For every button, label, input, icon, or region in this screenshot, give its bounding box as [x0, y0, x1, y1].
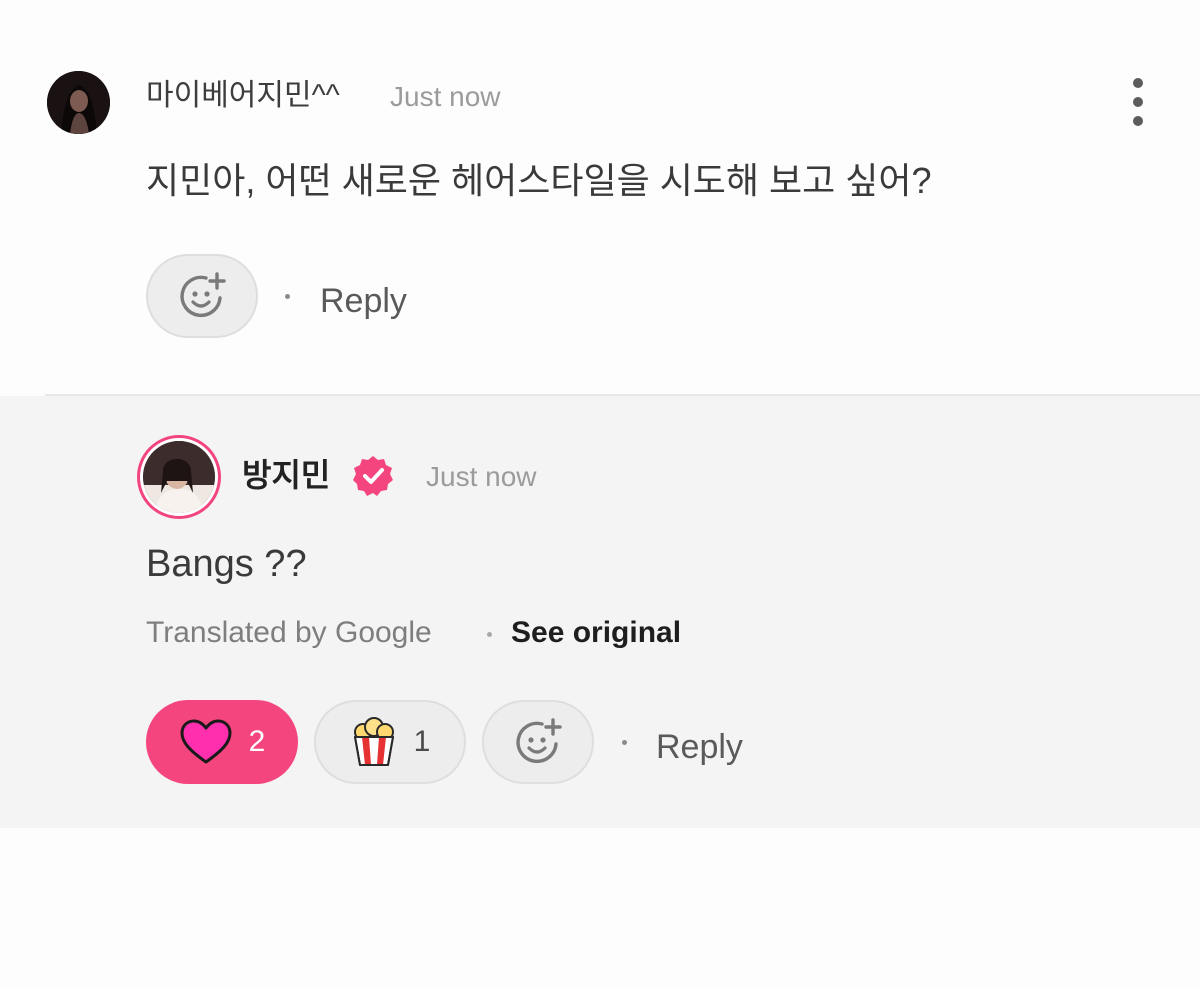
verified-badge-icon	[351, 454, 395, 498]
separator-dot	[285, 294, 290, 299]
comment-timestamp: Just now	[390, 81, 501, 112]
add-reaction-smiley-icon	[180, 272, 226, 318]
more-dot	[1133, 97, 1143, 107]
artist-avatar-image	[143, 441, 215, 513]
more-dot	[1133, 116, 1143, 126]
more-dot	[1133, 78, 1143, 88]
reply-button[interactable]: Reply	[320, 281, 407, 321]
comment-body: 지민아, 어떤 새로운 헤어스타일을 시도해 보고 싶어?	[146, 160, 932, 201]
reply-timestamp: Just now	[426, 461, 537, 492]
add-reaction-button[interactable]	[146, 254, 258, 338]
popcorn-icon	[353, 717, 394, 766]
vertical-dots-icon[interactable]	[1120, 78, 1156, 126]
commenter-avatar-image	[47, 71, 110, 134]
comment-author[interactable]: 마이베어지민^^	[146, 76, 340, 116]
popcorn-reaction-count: 1	[413, 725, 431, 758]
popcorn-reaction-button[interactable]: 1	[314, 700, 466, 784]
add-reaction-button[interactable]	[482, 700, 594, 784]
reply-body: Bangs ??	[146, 543, 307, 585]
see-original-link[interactable]: See original	[511, 613, 681, 653]
heart-reaction-button[interactable]: 2	[146, 700, 298, 784]
artist-avatar[interactable]	[137, 435, 221, 519]
separator-dot	[487, 632, 492, 637]
heart-reaction-count: 2	[248, 725, 266, 758]
reply-button[interactable]: Reply	[656, 727, 743, 767]
translation-note: Translated by Google	[146, 616, 432, 649]
separator-dot	[622, 740, 627, 745]
commenter-avatar[interactable]	[47, 71, 110, 134]
reply-author[interactable]: 방지민	[242, 455, 330, 495]
heart-icon	[180, 719, 232, 764]
add-reaction-smiley-icon	[516, 718, 562, 764]
